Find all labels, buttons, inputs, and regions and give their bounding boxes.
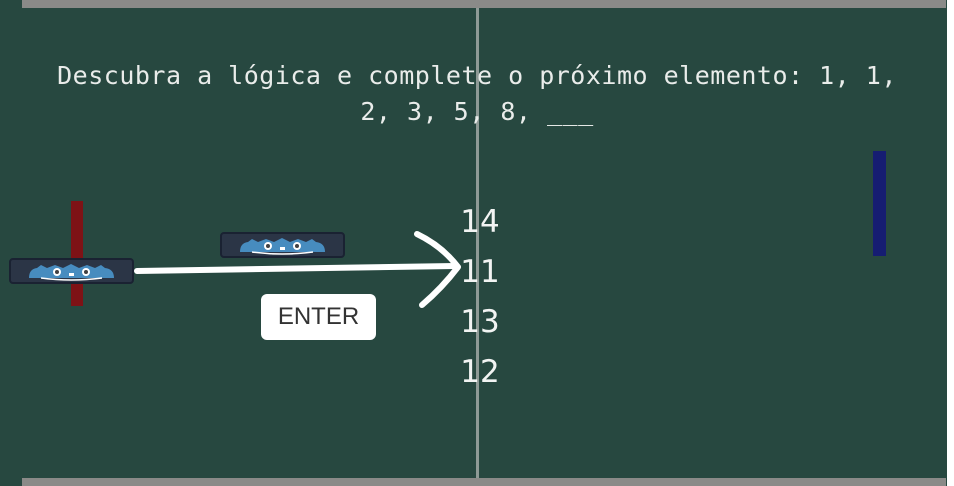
enter-key-hint: ENTER bbox=[261, 294, 376, 340]
answer-option: 12 bbox=[460, 354, 500, 390]
godot-logo-icon bbox=[240, 238, 325, 255]
top-wall bbox=[22, 0, 946, 8]
answer-option: 11 bbox=[460, 254, 500, 290]
question-line-1: Descubra a lógica e complete o próximo e… bbox=[57, 61, 897, 90]
right-paddle bbox=[873, 151, 886, 256]
question-text: Descubra a lógica e complete o próximo e… bbox=[40, 58, 914, 130]
game-canvas[interactable]: Descubra a lógica e complete o próximo e… bbox=[0, 0, 954, 486]
answer-option: 14 bbox=[460, 204, 500, 240]
right-edge bbox=[947, 0, 954, 486]
question-line-2: 2, 3, 5, 8, ___ bbox=[360, 97, 594, 126]
answer-option: 13 bbox=[460, 304, 500, 340]
ball bbox=[220, 232, 345, 258]
godot-logo-icon bbox=[29, 264, 114, 281]
bottom-wall bbox=[22, 478, 946, 486]
left-paddle bbox=[71, 201, 83, 306]
ball bbox=[9, 258, 134, 284]
